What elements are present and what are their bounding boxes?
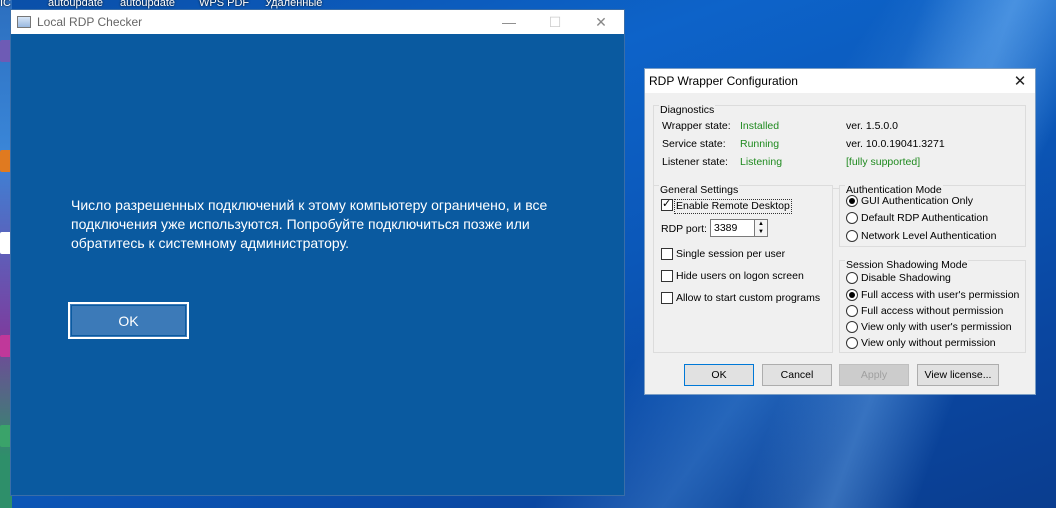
enable-remote-checkbox[interactable] — [661, 197, 673, 211]
rdp-port-label: RDP port: — [661, 223, 707, 235]
shadow-option-label[interactable]: View only with user's permission — [861, 321, 1012, 334]
shadow-radio[interactable] — [846, 321, 858, 333]
rdp-port-input[interactable]: 3389 — [710, 219, 758, 237]
cancel-button[interactable]: Cancel — [762, 364, 832, 386]
desktop-icon-labels: IC autoupdate autoupdate WPS PDF Удаленн… — [0, 0, 400, 9]
general-settings-group: General Settings Enable Remote Desktop R… — [653, 184, 833, 353]
desktop-label: IC — [0, 0, 11, 9]
support-status: [fully supported] — [846, 156, 921, 168]
auth-option-label[interactable]: Default RDP Authentication — [861, 212, 988, 225]
rdp-checker-window: Local RDP Checker — ☐ ✕ Число разрешенны… — [10, 9, 625, 496]
diagnostics-group: Diagnostics Wrapper state: Installed ver… — [653, 104, 1026, 189]
group-label: Session Shadowing Mode — [845, 259, 969, 271]
shadow-option-label[interactable]: Disable Shadowing — [861, 272, 951, 285]
maximize-button[interactable]: ☐ — [532, 14, 578, 31]
shadow-option-label[interactable]: Full access with user's permission — [861, 289, 1019, 302]
shadow-radio[interactable] — [846, 289, 858, 301]
auth-radio[interactable] — [846, 195, 858, 207]
auth-radio[interactable] — [846, 230, 858, 242]
auth-radio[interactable] — [846, 212, 858, 224]
rdp-wrapper-window: RDP Wrapper Configuration ✕ Diagnostics … — [644, 68, 1036, 395]
service-state-value: Running — [740, 138, 780, 150]
close-button[interactable]: ✕ — [578, 14, 624, 31]
view-license-button[interactable]: View license... — [917, 364, 999, 386]
error-message: Число разрешенных подключений к этому ко… — [71, 197, 548, 251]
auth-mode-group: Authentication Mode GUI Authentication O… — [839, 184, 1026, 247]
port-spinner[interactable]: ▲ ▼ — [754, 219, 768, 237]
listener-state-label: Listener state: — [662, 156, 728, 168]
shadow-option-label[interactable]: Full access without permission — [861, 305, 1003, 318]
auth-option-label[interactable]: Network Level Authentication — [861, 230, 996, 243]
auth-option-label[interactable]: GUI Authentication Only — [861, 195, 973, 208]
desktop-label[interactable]: Удаленные — [265, 0, 322, 9]
shadow-radio[interactable] — [846, 337, 858, 349]
ok-button[interactable]: OK — [684, 364, 754, 386]
shadowing-mode-group: Session Shadowing Mode Disable Shadowing… — [839, 259, 1026, 353]
close-button[interactable]: ✕ — [1005, 72, 1035, 90]
service-version: ver. 10.0.19041.3271 — [846, 138, 945, 150]
window-title: RDP Wrapper Configuration — [649, 74, 798, 88]
listener-state-value: Listening — [740, 156, 783, 168]
apply-button[interactable]: Apply — [839, 364, 909, 386]
desktop-label[interactable]: autoupdate — [48, 0, 103, 9]
checker-titlebar[interactable]: Local RDP Checker — ☐ ✕ — [11, 10, 624, 34]
shadow-option-label[interactable]: View only without permission — [861, 337, 996, 350]
desktop-label[interactable]: autoupdate — [120, 0, 175, 9]
shadow-radio[interactable] — [846, 305, 858, 317]
custom-programs-label[interactable]: Allow to start custom programs — [676, 292, 820, 305]
group-label: Diagnostics — [659, 104, 716, 116]
wrapper-state-label: Wrapper state: — [662, 120, 731, 132]
single-session-checkbox[interactable] — [661, 248, 673, 260]
hide-users-label[interactable]: Hide users on logon screen — [676, 270, 804, 283]
minimize-button[interactable]: — — [486, 14, 532, 30]
single-session-label[interactable]: Single session per user — [676, 248, 785, 261]
wrapper-version: ver. 1.5.0.0 — [846, 120, 898, 132]
enable-remote-label[interactable]: Enable Remote Desktop — [674, 199, 792, 214]
hide-users-checkbox[interactable] — [661, 270, 673, 282]
wrapper-state-value: Installed — [740, 120, 780, 132]
shadow-radio[interactable] — [846, 272, 858, 284]
custom-programs-checkbox[interactable] — [661, 292, 673, 304]
wrapper-titlebar[interactable]: RDP Wrapper Configuration ✕ — [645, 69, 1035, 93]
app-icon — [17, 16, 31, 28]
desktop-label[interactable]: WPS PDF — [199, 0, 249, 9]
ok-button[interactable]: OK — [68, 302, 189, 339]
window-title: Local RDP Checker — [37, 15, 143, 29]
service-state-label: Service state: — [662, 138, 726, 150]
group-label: General Settings — [659, 184, 740, 196]
